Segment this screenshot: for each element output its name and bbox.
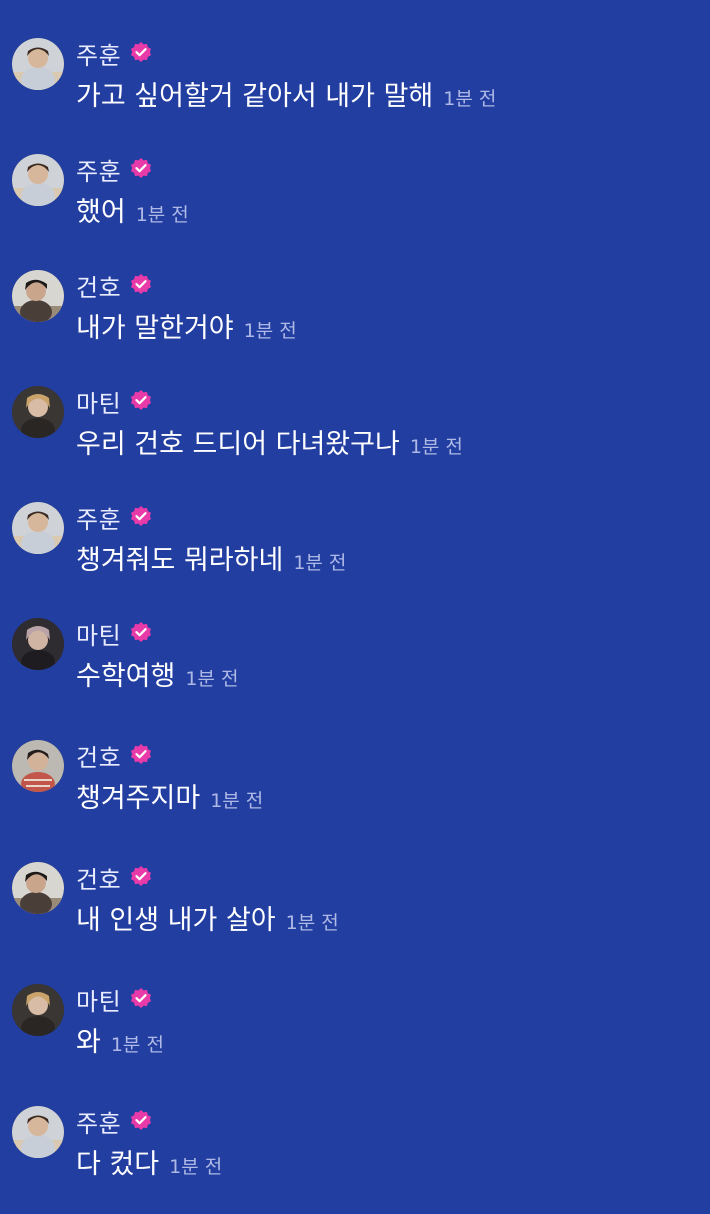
verified-badge-icon xyxy=(129,157,153,181)
chat-message: 마틴 우리 건호 드디어 다녀왔구나 1분 전 xyxy=(0,384,710,494)
avatar[interactable] xyxy=(12,862,64,914)
username[interactable]: 건호 xyxy=(76,738,121,773)
username[interactable]: 마틴 xyxy=(76,384,121,419)
username[interactable]: 주훈 xyxy=(76,500,121,535)
verified-badge-icon xyxy=(129,621,153,645)
verified-badge-icon xyxy=(129,865,153,889)
avatar[interactable] xyxy=(12,502,64,554)
avatar[interactable] xyxy=(12,618,64,670)
avatar[interactable] xyxy=(12,270,64,322)
chat-message: 마틴 와 1분 전 xyxy=(0,982,710,1092)
message-text: 다 컸다 xyxy=(76,1149,160,1180)
timestamp: 1분 전 xyxy=(185,668,239,690)
chat-message: 주훈 다 컸다 1분 전 xyxy=(0,1104,710,1214)
avatar[interactable] xyxy=(12,740,64,792)
message-text: 했어 xyxy=(76,197,126,228)
timestamp: 1분 전 xyxy=(243,320,297,342)
verified-badge-icon xyxy=(129,505,153,529)
timestamp: 1분 전 xyxy=(135,204,189,226)
message-text: 수학여행 xyxy=(76,661,176,692)
message-text: 내가 말한거야 xyxy=(76,313,234,344)
avatar[interactable] xyxy=(12,984,64,1036)
timestamp: 1분 전 xyxy=(169,1156,223,1178)
username[interactable]: 건호 xyxy=(76,860,121,895)
timestamp: 1분 전 xyxy=(409,436,463,458)
timestamp: 1분 전 xyxy=(443,88,497,110)
chat-message: 주훈 챙겨줘도 뭐라하네 1분 전 xyxy=(0,500,710,610)
avatar[interactable] xyxy=(12,386,64,438)
avatar[interactable] xyxy=(12,1106,64,1158)
verified-badge-icon xyxy=(129,987,153,1011)
verified-badge-icon xyxy=(129,1109,153,1133)
username[interactable]: 건호 xyxy=(76,268,121,303)
verified-badge-icon xyxy=(129,41,153,65)
chat-message: 건호 챙겨주지마 1분 전 xyxy=(0,738,710,848)
username[interactable]: 주훈 xyxy=(76,36,121,71)
verified-badge-icon xyxy=(129,389,153,413)
timestamp: 1분 전 xyxy=(210,790,264,812)
chat-list: 주훈 가고 싶어할거 같아서 내가 말해 1분 전 주훈 했어 1분 전 건호 xyxy=(0,0,710,1200)
message-text: 우리 건호 드디어 다녀왔구나 xyxy=(76,429,400,460)
verified-badge-icon xyxy=(129,273,153,297)
chat-message: 건호 내 인생 내가 살아 1분 전 xyxy=(0,860,710,970)
message-text: 챙겨주지마 xyxy=(76,783,201,814)
timestamp: 1분 전 xyxy=(285,912,339,934)
chat-message: 건호 내가 말한거야 1분 전 xyxy=(0,268,710,378)
username[interactable]: 주훈 xyxy=(76,1104,121,1139)
avatar[interactable] xyxy=(12,154,64,206)
username[interactable]: 주훈 xyxy=(76,152,121,187)
chat-message: 주훈 가고 싶어할거 같아서 내가 말해 1분 전 xyxy=(0,36,710,146)
timestamp: 1분 전 xyxy=(293,552,347,574)
chat-message: 주훈 했어 1분 전 xyxy=(0,152,710,262)
message-text: 와 xyxy=(76,1027,101,1058)
username[interactable]: 마틴 xyxy=(76,982,121,1017)
username[interactable]: 마틴 xyxy=(76,616,121,651)
chat-message: 마틴 수학여행 1분 전 xyxy=(0,616,710,726)
message-text: 가고 싶어할거 같아서 내가 말해 xyxy=(76,81,434,112)
verified-badge-icon xyxy=(129,743,153,767)
message-text: 내 인생 내가 살아 xyxy=(76,905,276,936)
avatar[interactable] xyxy=(12,38,64,90)
timestamp: 1분 전 xyxy=(110,1034,164,1056)
message-text: 챙겨줘도 뭐라하네 xyxy=(76,545,284,576)
